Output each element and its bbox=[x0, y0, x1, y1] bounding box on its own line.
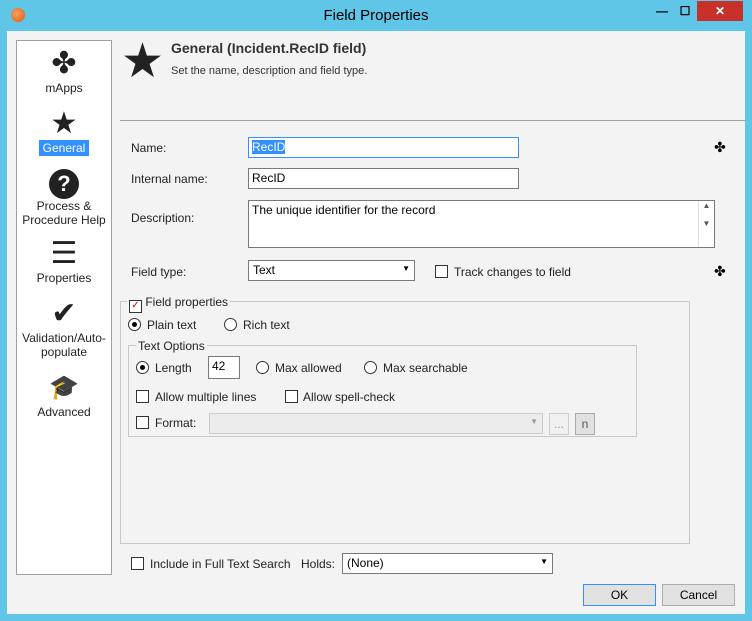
plain-text-radio[interactable] bbox=[128, 318, 141, 331]
internal-name-label: Internal name: bbox=[131, 172, 208, 186]
divider bbox=[120, 120, 745, 121]
sidebar-item-general[interactable]: ★ General bbox=[17, 107, 111, 156]
graduation-cap-icon: 🎓 bbox=[49, 374, 79, 401]
format-browse-button[interactable]: ... bbox=[549, 413, 569, 435]
length-input[interactable]: 42 bbox=[208, 356, 240, 379]
checklist-icon: ✔ bbox=[51, 297, 77, 330]
field-properties-label: Field properties bbox=[145, 295, 229, 309]
max-allowed-label: Max allowed bbox=[275, 361, 342, 375]
field-properties-checkbox[interactable]: ✓ bbox=[129, 300, 142, 313]
sidebar-item-properties[interactable]: ☰ Properties bbox=[17, 237, 111, 285]
dialog-window: Field Properties — ☐ ✕ ✤ mApps ★ General ?… bbox=[0, 0, 752, 621]
star-icon: ★ bbox=[50, 107, 78, 140]
format-select[interactable]: ▼ bbox=[209, 413, 543, 434]
section-subtitle: Set the name, description and field type… bbox=[171, 65, 368, 77]
format-checkbox[interactable] bbox=[136, 416, 149, 429]
sidebar-item-mapps[interactable]: ✤ mApps bbox=[17, 47, 111, 95]
holds-select[interactable]: (None) ▼ bbox=[342, 553, 553, 574]
rich-text-label: Rich text bbox=[243, 318, 290, 332]
name-input[interactable]: RecID bbox=[248, 137, 519, 158]
multiple-lines-checkbox[interactable] bbox=[136, 390, 149, 403]
section-title: General (Incident.RecID field) bbox=[171, 40, 367, 56]
field-properties-legend: ✓ Field properties bbox=[127, 295, 231, 313]
format-n-button[interactable]: n bbox=[575, 413, 595, 435]
puzzle-icon[interactable]: ✤ bbox=[714, 139, 726, 156]
name-label: Name: bbox=[131, 141, 167, 155]
sidebar-item-process-help[interactable]: ? Process & Procedure Help bbox=[17, 165, 111, 227]
spell-check-checkbox[interactable] bbox=[285, 390, 298, 403]
description-label: Description: bbox=[131, 211, 195, 225]
ok-button[interactable]: OK bbox=[583, 584, 656, 606]
text-options-legend: Text Options bbox=[136, 339, 207, 353]
sidebar: ✤ mApps ★ General ? Process & Procedure Hel… bbox=[16, 40, 112, 575]
window-title: Field Properties bbox=[323, 7, 429, 24]
chevron-down-icon: ▼ bbox=[530, 417, 538, 426]
description-input[interactable]: The unique identifier for the record ▲ ▼ bbox=[248, 200, 715, 248]
list-icon: ☰ bbox=[50, 237, 78, 270]
max-searchable-label: Max searchable bbox=[383, 361, 468, 375]
chevron-down-icon: ▼ bbox=[402, 264, 410, 273]
help-icon: ? bbox=[17, 165, 111, 199]
title-bar: Field Properties — ☐ ✕ bbox=[0, 0, 752, 31]
dialog-body: ✤ mApps ★ General ? Process & Procedure Hel… bbox=[7, 31, 745, 614]
length-label: Length bbox=[155, 361, 192, 375]
track-changes-label: Track changes to field bbox=[454, 265, 571, 279]
max-searchable-radio[interactable] bbox=[364, 361, 377, 374]
field-type-value: Text bbox=[253, 263, 276, 277]
puzzle-icon[interactable]: ✤ bbox=[714, 263, 726, 280]
puzzle-icon: ✤ bbox=[51, 47, 77, 80]
sidebar-label: Process & Procedure Help bbox=[22, 199, 106, 227]
spell-check-label: Allow spell-check bbox=[303, 390, 396, 404]
field-type-label: Field type: bbox=[131, 265, 187, 279]
full-text-search-checkbox[interactable] bbox=[131, 557, 144, 570]
scrollbar[interactable]: ▲ ▼ bbox=[698, 201, 714, 247]
sidebar-label: mApps bbox=[45, 81, 83, 95]
holds-label: Holds: bbox=[301, 557, 336, 571]
close-button[interactable]: ✕ bbox=[697, 1, 743, 21]
description-value: The unique identifier for the record bbox=[252, 203, 436, 217]
format-label: Format: bbox=[155, 416, 197, 430]
maximize-button[interactable]: ☐ bbox=[670, 1, 700, 21]
plain-text-label: Plain text bbox=[147, 318, 197, 332]
sidebar-label: Advanced bbox=[37, 405, 91, 419]
sidebar-item-validation[interactable]: ✔ Validation/Auto-populate bbox=[17, 297, 111, 359]
name-value: RecID bbox=[252, 140, 286, 154]
full-text-search-label: Include in Full Text Search bbox=[150, 557, 291, 571]
sidebar-label: General bbox=[38, 140, 90, 156]
cancel-button[interactable]: Cancel bbox=[662, 584, 735, 606]
sidebar-label: Properties bbox=[36, 271, 92, 285]
chevron-down-icon: ▼ bbox=[540, 557, 548, 566]
sidebar-label: Validation/Auto-populate bbox=[22, 331, 106, 359]
rich-text-radio[interactable] bbox=[224, 318, 237, 331]
holds-value: (None) bbox=[347, 556, 384, 570]
max-allowed-radio[interactable] bbox=[256, 361, 269, 374]
track-changes-checkbox[interactable] bbox=[435, 265, 448, 278]
length-radio[interactable] bbox=[136, 361, 149, 374]
field-type-select[interactable]: Text ▼ bbox=[248, 260, 415, 281]
multiple-lines-label: Allow multiple lines bbox=[155, 390, 257, 404]
sidebar-item-advanced[interactable]: 🎓 Advanced bbox=[17, 371, 111, 419]
internal-name-input[interactable]: RecID bbox=[248, 168, 519, 189]
star-icon: ★ bbox=[121, 35, 165, 88]
